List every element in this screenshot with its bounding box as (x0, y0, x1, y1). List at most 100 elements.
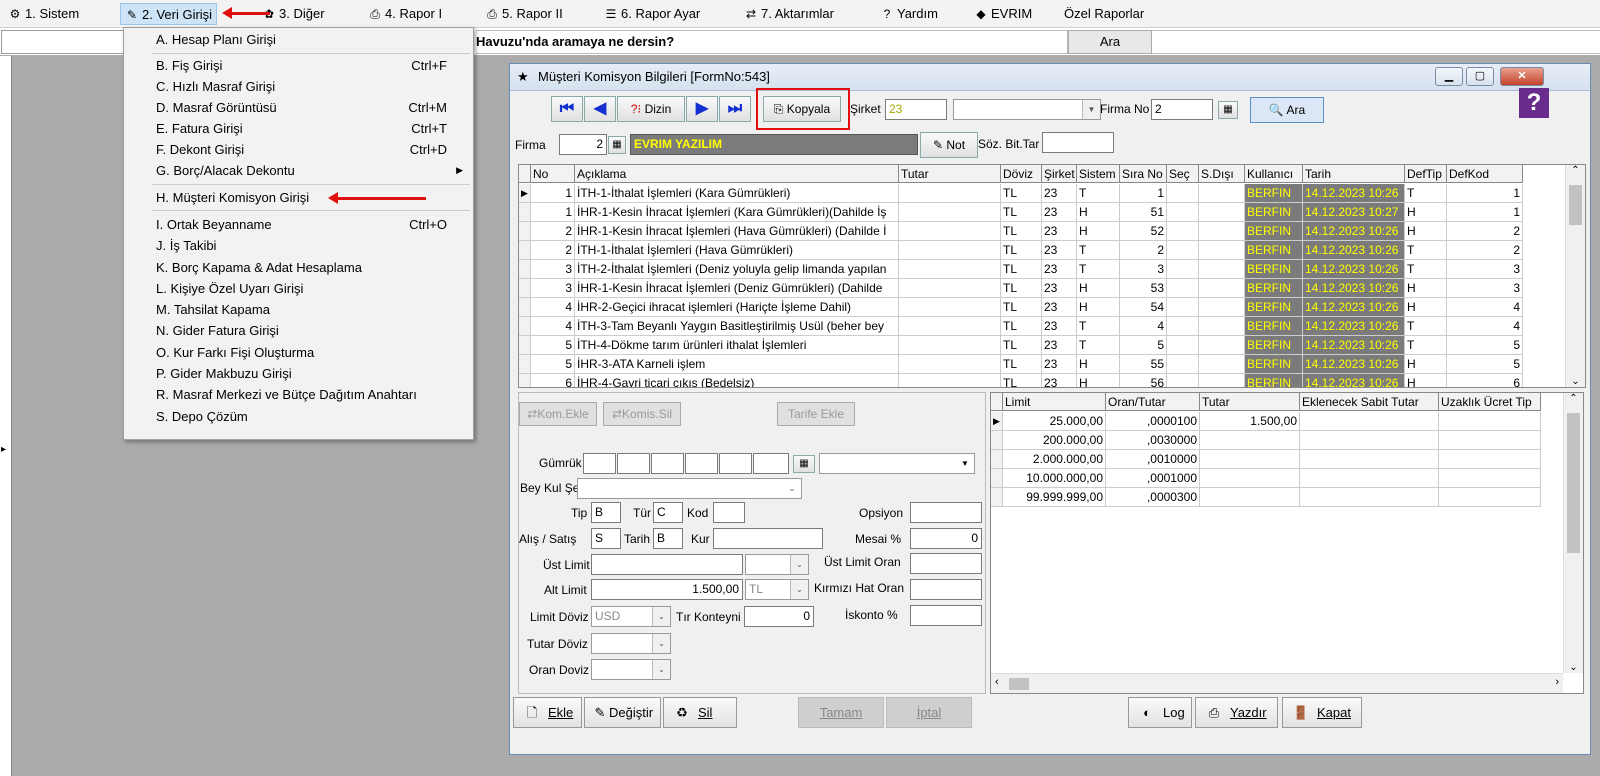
tarife-ekle-button[interactable]: Tarife Ekle (777, 402, 855, 426)
alis-satis-input[interactable]: S (591, 528, 621, 549)
table-row[interactable]: 1 İHR-1-Kesin İhracat İşlemleri (Kara Güm… (519, 203, 1559, 222)
menu-item-masraf-goruntusu[interactable]: D. Masraf Görüntüsü Ctrl+M (124, 97, 473, 118)
grid-header-cell[interactable]: Açıklama (575, 165, 899, 183)
kur-input[interactable] (713, 528, 823, 549)
table-row[interactable]: ▶ 1 İTH-1-İthalat İşlemleri (Kara Gümrükle… (519, 184, 1559, 203)
menu-item-fis-girisi[interactable]: B. Fiş Girişi Ctrl+F (124, 55, 473, 76)
alt-limit-currency[interactable]: TL ⌄ (745, 579, 809, 600)
calendar-icon[interactable]: ▦ (1218, 101, 1238, 119)
row-selector[interactable] (991, 488, 1003, 507)
degistir-button[interactable]: ✎ Değiştir (584, 697, 661, 728)
search-button[interactable]: Ara (1068, 30, 1152, 54)
row-selector[interactable]: ▶ (519, 184, 531, 203)
menu-item-gider-fatura[interactable]: N. Gider Fatura Girişi (124, 320, 473, 341)
ust-limit-input[interactable] (591, 554, 743, 575)
grid-header-cell[interactable]: Şirket (1042, 165, 1077, 183)
gumruk-input-5[interactable] (719, 453, 752, 474)
grid-header-cell[interactable]: Tarih (1303, 165, 1405, 183)
menu-rapor-ayar[interactable]: ☰ 6. Rapor Ayar (600, 3, 704, 25)
row-selector[interactable] (991, 431, 1003, 450)
help-icon[interactable]: ? (1519, 88, 1549, 118)
row-selector[interactable] (519, 241, 531, 260)
gumruk-combo[interactable]: ▼ (819, 453, 975, 474)
grid-header-cell[interactable]: Tutar (899, 165, 1001, 183)
menu-veri-girisi[interactable]: ✎ 2. Veri Girişi (120, 3, 218, 25)
kapat-button[interactable]: 🚪 Kapat (1282, 697, 1362, 728)
grid-header-cell[interactable]: Seç (1167, 165, 1199, 183)
table-row[interactable]: 4 İHR-2-Geçici ihracat işlemleri (Hariçte… (519, 298, 1559, 317)
ust-limit-oran-input[interactable] (910, 553, 982, 574)
ara-button[interactable]: 🔍 Ara (1250, 97, 1324, 123)
sil-button[interactable]: ♻ Sil (663, 697, 737, 728)
grid-header-cell[interactable]: Sıra No (1120, 165, 1167, 183)
tir-konteyni-input[interactable]: 0 (744, 606, 814, 627)
firma-input[interactable]: 2 (559, 134, 607, 155)
first-record-button[interactable]: ⏮ (551, 96, 583, 122)
tamam-button[interactable]: Tamam (798, 697, 884, 728)
limit-doviz-combo[interactable]: USD ⌄ (591, 606, 671, 627)
table-row[interactable]: 4 İTH-3-Tam Beyanlı Yaygın Basitleştirilm… (519, 317, 1559, 336)
limit-header-cell[interactable]: Oran/Tutar (1106, 393, 1200, 411)
iskonto-input[interactable] (910, 605, 982, 626)
scroll-thumb[interactable] (1009, 678, 1029, 690)
calendar-icon[interactable]: ▦ (793, 455, 815, 473)
menu-item-ortak-beyanname[interactable]: I. Ortak Beyanname Ctrl+O (124, 214, 473, 235)
grid-header-cell[interactable]: Sistem (1077, 165, 1120, 183)
menu-yardim[interactable]: ? Yardım (876, 3, 942, 25)
tutar-doviz-combo[interactable]: ⌄ (591, 633, 671, 654)
gumruk-input-3[interactable] (651, 453, 684, 474)
menu-item-hesap-plani[interactable]: A. Hesap Planı Girişi (124, 29, 473, 50)
not-button[interactable]: ✎ Not (920, 132, 978, 158)
scroll-thumb[interactable] (1569, 185, 1582, 225)
calendar-icon[interactable]: ▦ (608, 136, 626, 154)
menu-rapor-1[interactable]: ⎙ 4. Rapor I (364, 3, 446, 25)
row-selector[interactable] (519, 203, 531, 222)
table-row[interactable]: 5 İTH-4-Dökme tarım ürünleri ithalat İşle… (519, 336, 1559, 355)
limit-grid-hscrollbar[interactable]: ‹ › (991, 673, 1563, 693)
menu-item-is-takibi[interactable]: J. İş Takibi (124, 235, 473, 256)
limit-grid-scrollbar[interactable]: ⌃ ⌄ (1563, 393, 1583, 673)
close-button[interactable]: ✕ (1500, 67, 1544, 86)
menu-ozel-raporlar[interactable]: Özel Raporlar (1060, 3, 1148, 25)
grid-header-cell[interactable]: S.Dışı (1199, 165, 1245, 183)
limit-header-cell[interactable]: Limit (1003, 393, 1106, 411)
gumruk-input-6[interactable] (753, 453, 789, 474)
table-row[interactable]: 2 İHR-1-Kesin İhracat İşlemleri (Hava Güm… (519, 222, 1559, 241)
sirket-input[interactable]: 23 (885, 99, 947, 120)
menu-sistem[interactable]: ⚙ 1. Sistem (4, 3, 83, 25)
menu-evrim[interactable]: ◆ EVRIM (970, 3, 1036, 25)
scroll-right-icon[interactable]: › (1555, 676, 1559, 688)
scroll-down-icon[interactable]: ⌄ (1566, 376, 1585, 387)
menu-item-hizli-masraf[interactable]: C. Hızlı Masraf Girişi (124, 76, 473, 97)
menu-item-borc-alacak-dekontu[interactable]: G. Borç/Alacak Dekontu ▶ (124, 160, 473, 181)
table-row[interactable]: 10.000.000,00,0001000 (991, 469, 1541, 488)
minimize-button[interactable]: ▁ (1435, 67, 1463, 86)
menu-item-kur-farki[interactable]: O. Kur Farkı Fişi Oluşturma (124, 342, 473, 363)
menu-item-tahsilat-kapama[interactable]: M. Tahsilat Kapama (124, 299, 473, 320)
gumruk-input-4[interactable] (685, 453, 718, 474)
menu-rapor-2[interactable]: ⎙ 5. Rapor II (481, 3, 567, 25)
limit-header-cell[interactable]: Uzaklık Ücret Tip (1439, 393, 1541, 411)
row-selector[interactable] (519, 336, 531, 355)
row-selector[interactable] (991, 469, 1003, 488)
menu-item-gider-makbuzu[interactable]: P. Gider Makbuzu Girişi (124, 363, 473, 384)
table-row[interactable]: 6 İHR-4-Gayri ticari çıkış (Bedelsiz) TL 23… (519, 374, 1559, 387)
bey-kul-sek-combo[interactable]: ⌄ (577, 478, 802, 499)
maximize-button[interactable]: ▢ (1466, 67, 1494, 86)
mesai-input[interactable]: 0 (910, 528, 982, 549)
row-selector[interactable] (519, 298, 531, 317)
gumruk-input-1[interactable] (583, 453, 616, 474)
menu-item-kisiye-ozel-uyari[interactable]: L. Kişiye Özel Uyarı Girişi (124, 278, 473, 299)
scroll-up-icon[interactable]: ⌃ (1564, 393, 1583, 409)
scroll-up-icon[interactable]: ⌃ (1566, 165, 1585, 181)
menu-item-masraf-merkezi[interactable]: R. Masraf Merkezi ve Bütçe Dağıtım Anaht… (124, 384, 473, 405)
scroll-down-icon[interactable]: ⌄ (1564, 662, 1583, 673)
ust-limit-currency[interactable]: ⌄ (745, 554, 809, 575)
left-input[interactable] (1, 30, 131, 54)
row-selector[interactable] (519, 260, 531, 279)
table-row[interactable]: 2.000.000,00,0010000 (991, 450, 1541, 469)
tur-input[interactable]: C (653, 502, 683, 523)
row-selector[interactable] (519, 222, 531, 241)
ekle-button[interactable]: 🗋 Ekle (513, 697, 582, 728)
menu-item-depo-cozum[interactable]: S. Depo Çözüm (124, 406, 473, 427)
